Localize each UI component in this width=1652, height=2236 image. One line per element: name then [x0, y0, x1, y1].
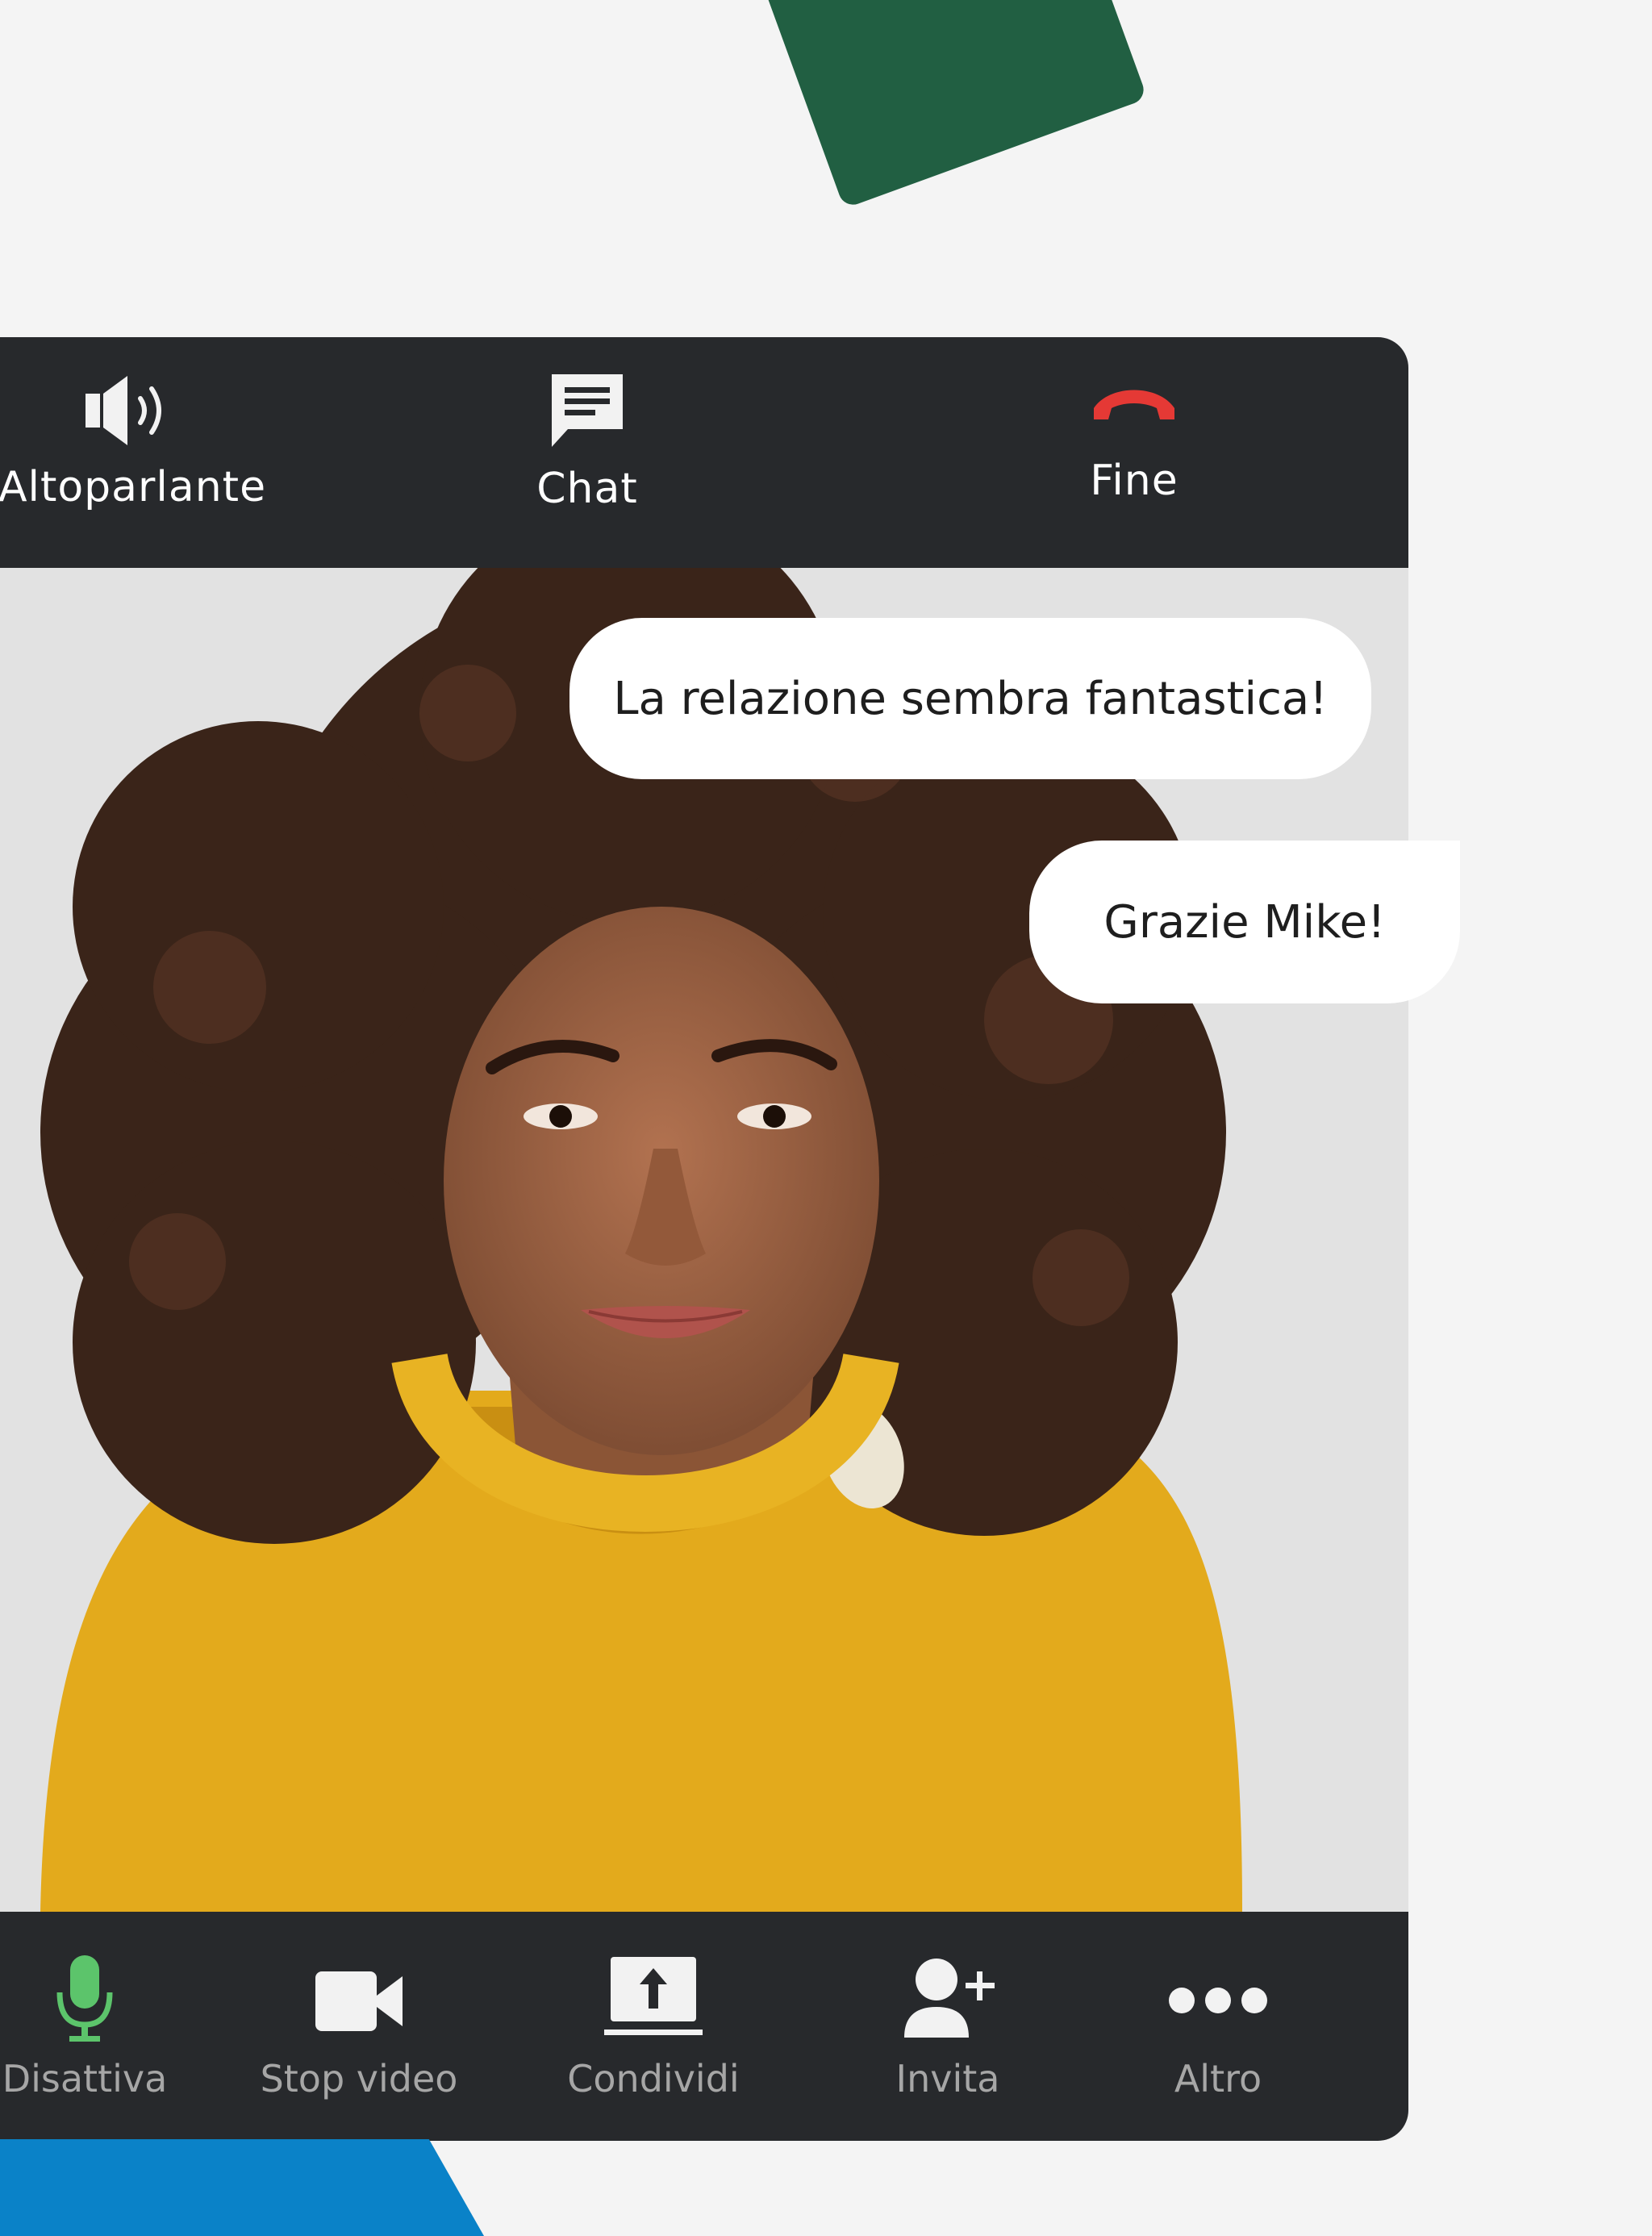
speaker-icon [86, 376, 161, 445]
speaker-button[interactable]: Altoparlante [0, 369, 277, 511]
chat-icon [552, 374, 623, 447]
more-label: Altro [1174, 2057, 1262, 2100]
mute-button[interactable]: Disattiva [0, 1952, 169, 2100]
top-control-bar: Altoparlante Chat Fine [0, 337, 1408, 568]
chat-bubble-outgoing: Grazie Mike! [1029, 841, 1460, 1003]
end-call-icon [1094, 390, 1174, 419]
stop-video-button[interactable]: Stop video [242, 1952, 476, 2100]
chat-bubble-incoming: La relazione sembra fantastica! [569, 618, 1371, 779]
add-user-icon [904, 1959, 995, 2038]
invite-label: Invita [895, 2057, 1000, 2100]
chat-message-text: La relazione sembra fantastica! [613, 672, 1328, 725]
chat-button[interactable]: Chat [482, 369, 692, 513]
more-button[interactable]: Altro [1137, 1952, 1299, 2100]
bottom-control-bar: Disattiva Stop video Condividi Invita Al… [0, 1912, 1408, 2141]
meeting-window: Altoparlante Chat Fine La relazione semb… [0, 337, 1408, 2141]
mute-label: Disattiva [2, 2057, 168, 2100]
share-button[interactable]: Condividi [532, 1952, 774, 2100]
chat-message-text: Grazie Mike! [1103, 895, 1386, 949]
decorative-blue-shape [0, 2139, 484, 2236]
end-call-label: Fine [1090, 457, 1179, 505]
microphone-icon [56, 1955, 113, 2042]
more-icon [1169, 1988, 1267, 2013]
chat-label: Chat [536, 465, 638, 513]
share-label: Condividi [567, 2057, 740, 2100]
participant-video: La relazione sembra fantastica! [0, 568, 1408, 1912]
invite-button[interactable]: Invita [863, 1952, 1032, 2100]
video-camera-icon [315, 1971, 403, 2031]
end-call-button[interactable]: Fine [1029, 373, 1239, 505]
share-screen-icon [604, 1957, 703, 2035]
stop-video-label: Stop video [260, 2057, 458, 2100]
speaker-label: Altoparlante [0, 463, 267, 511]
decorative-green-shape [756, 0, 1148, 209]
